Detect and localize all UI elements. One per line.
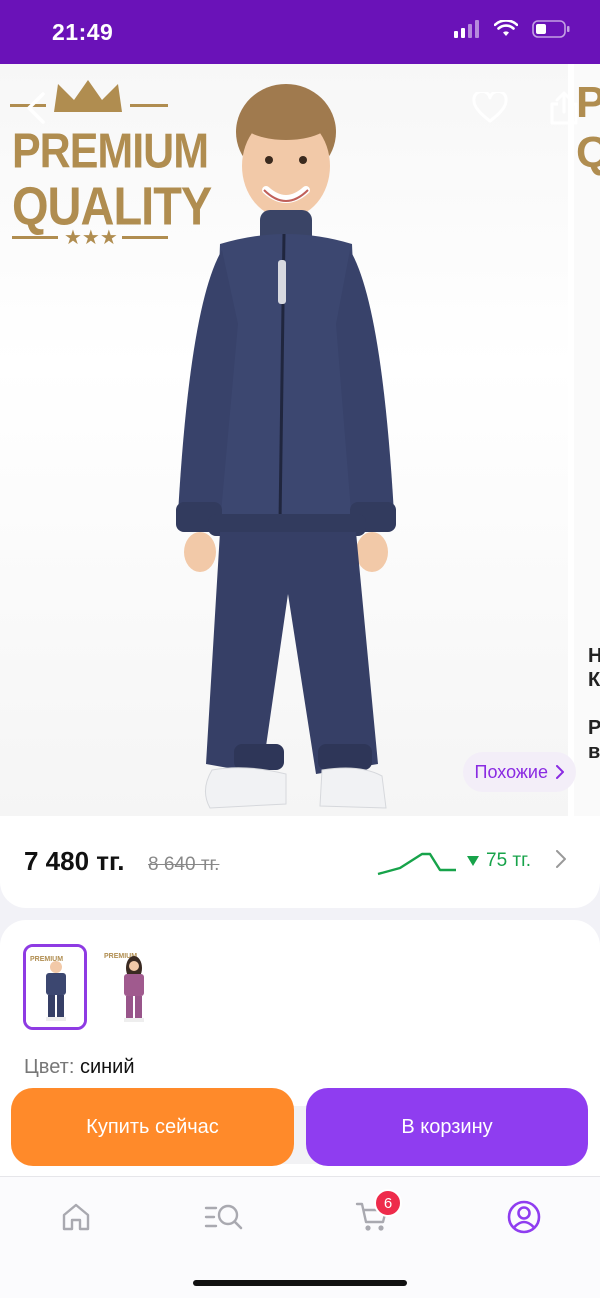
product-photo-child-tracksuit <box>176 84 396 809</box>
chevron-left-icon <box>27 92 45 124</box>
tab-home[interactable] <box>46 1197 106 1237</box>
color-label: Цвет: <box>24 1056 75 1078</box>
add-to-cart-button[interactable]: В корзину <box>306 1088 588 1166</box>
buy-now-button[interactable]: Купить сейчас <box>11 1088 294 1166</box>
status-bar: 21:49 <box>0 0 600 64</box>
price-drop-amount: 75 тг. <box>486 850 532 871</box>
heart-icon <box>472 92 508 123</box>
back-button[interactable] <box>14 86 58 130</box>
battery-icon <box>532 20 570 38</box>
favorite-button[interactable] <box>468 86 512 130</box>
variant-thumb-purple[interactable]: PREMIUM <box>100 944 164 1030</box>
color-value: синий <box>79 1056 135 1078</box>
price-drop: 75 тг. <box>466 850 531 872</box>
similar-products-button[interactable]: Похожие <box>462 752 576 792</box>
price-history-sparkline <box>377 852 456 876</box>
chevron-right-icon <box>556 765 564 779</box>
purchase-actions: Купить сейчас В корзину <box>0 1086 600 1170</box>
selected-color: Цвет: синий <box>24 1056 135 1079</box>
variant-thumb-blue-image: PREMIUM <box>26 947 84 1027</box>
price-section[interactable]: 7 480 тг. 8 640 тг. 75 тг. <box>0 816 600 908</box>
share-icon <box>550 91 578 125</box>
tab-profile[interactable] <box>494 1197 554 1237</box>
old-price: 8 640 тг. <box>148 854 220 875</box>
catalog-search-icon <box>204 1204 243 1230</box>
profile-icon <box>507 1200 541 1234</box>
tab-catalog[interactable] <box>194 1197 254 1237</box>
triangle-down-icon <box>467 856 479 866</box>
cart-count-badge: 6 <box>374 1189 402 1217</box>
home-icon <box>62 1203 90 1231</box>
status-time: 21:49 <box>52 19 114 45</box>
status-icons <box>454 20 570 38</box>
crown-icon <box>54 80 122 112</box>
share-button[interactable] <box>542 86 586 130</box>
badge-rule-bottom-left <box>12 236 58 239</box>
chevron-right-icon <box>556 850 566 868</box>
next-photo-caption: Н К Р в <box>588 645 600 763</box>
current-price: 7 480 тг. <box>24 846 125 876</box>
similar-label: Похожие <box>474 761 548 782</box>
home-indicator <box>193 1280 407 1286</box>
variant-thumb-purple-image: PREMIUM <box>100 944 164 1030</box>
product-image-carousel[interactable]: PREMIUM QUALITY ★★★ P Q Н К Р в Похожие <box>0 64 600 816</box>
variant-thumb-blue[interactable]: PREMIUM <box>23 944 87 1030</box>
cellular-signal-icon <box>454 20 479 38</box>
wifi-icon <box>494 20 518 36</box>
badge-stars: ★★★ <box>64 227 118 249</box>
